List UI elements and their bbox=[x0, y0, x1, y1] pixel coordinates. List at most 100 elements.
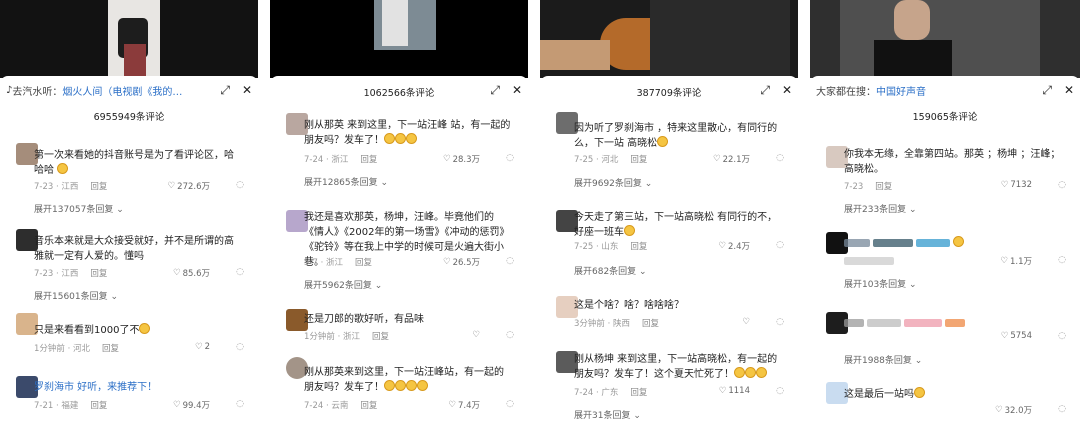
reply-button[interactable]: 回复 bbox=[360, 401, 377, 411]
like-button[interactable]: ♡ 1114 bbox=[719, 386, 750, 396]
dislike-icon[interactable]: ◌ bbox=[236, 342, 244, 352]
dislike-icon[interactable]: ◌ bbox=[776, 153, 784, 163]
reply-button[interactable]: 回复 bbox=[630, 155, 647, 165]
like-button[interactable]: ♡ 2 bbox=[195, 342, 210, 352]
like-button[interactable]: ♡ bbox=[472, 330, 480, 340]
video-thumbnail bbox=[540, 0, 798, 78]
sheet-header: 大家都在搜： 中国好声音 ⤢ ✕ bbox=[810, 80, 1080, 100]
like-button[interactable]: ♡ 26.5万 bbox=[443, 256, 480, 268]
expand-replies[interactable]: 展开9692条回复 ⌄ bbox=[574, 176, 652, 189]
laugh-emoji-icon bbox=[57, 163, 69, 174]
comment-text-blurred bbox=[844, 316, 1064, 331]
video-thumbnail bbox=[810, 0, 1080, 78]
collapse-icon[interactable]: ⤢ bbox=[1042, 83, 1052, 98]
comment-sheet: 1062566条评论 ⤢ ✕ 刚从那英 来到这里，下一站汪峰 站，有一起的朋友吗？… bbox=[270, 76, 528, 423]
comment-sheet: 大家都在搜： 中国好声音 ⤢ ✕ 159065条评论 你我本无缘，全靠第四站。那英… bbox=[810, 76, 1080, 423]
comment-sheet: ♪ 去汽水听： 烟火人间（电视剧《我的人间烟... ⤢✕ 6955949条评论 … bbox=[0, 76, 258, 423]
comment-text: 刚从杨坤 来到这里，下一站高晓松，有一起的朋友吗？发车了！这个夏天忙死了！ bbox=[574, 354, 778, 380]
expand-replies[interactable]: 展开233条回复 ⌄ bbox=[844, 202, 917, 215]
dislike-icon[interactable]: ◌ bbox=[236, 399, 244, 409]
like-button[interactable]: ♡ 272.6万 bbox=[168, 180, 210, 192]
reply-button[interactable]: 回复 bbox=[90, 269, 107, 279]
comment-panel-4: 大家都在搜： 中国好声音 ⤢ ✕ 159065条评论 你我本无缘，全靠第四站。那英… bbox=[810, 0, 1080, 423]
comment-text: 第一次来看她的抖音账号是为了看评论区，哈哈哈 bbox=[34, 150, 234, 176]
comment-text: 罗刹海市 好听，来推荐下！ bbox=[34, 382, 158, 393]
expand-replies[interactable]: 展开137057条回复 ⌄ bbox=[34, 202, 124, 215]
dislike-icon[interactable]: ◌ bbox=[1058, 331, 1066, 341]
dislike-icon[interactable]: ◌ bbox=[506, 399, 514, 409]
comment-text-blurred bbox=[844, 236, 1064, 251]
close-icon[interactable]: ✕ bbox=[1064, 83, 1074, 98]
expand-replies[interactable]: 展开12865条回复 ⌄ bbox=[304, 175, 388, 188]
reply-button[interactable]: 回复 bbox=[630, 242, 647, 252]
dislike-icon[interactable]: ◌ bbox=[776, 240, 784, 250]
dislike-icon[interactable]: ◌ bbox=[1058, 404, 1066, 414]
dislike-icon[interactable]: ◌ bbox=[1058, 180, 1066, 190]
comment-meta: 7-23 · 江西 bbox=[34, 269, 79, 279]
like-button[interactable]: ♡ 2.4万 bbox=[718, 240, 750, 252]
like-button[interactable]: ♡ 1.1万 bbox=[1000, 255, 1032, 267]
reply-button[interactable]: 回复 bbox=[90, 182, 107, 192]
comment-panel-1: ♪ 去汽水听： 烟火人间（电视剧《我的人间烟... ⤢✕ 6955949条评论 … bbox=[0, 0, 262, 423]
comment-text: 刚从那英来到这里，下一站汪峰站，有一起的朋友吗？发车了！ bbox=[304, 367, 504, 393]
header-prefix: 大家都在搜： bbox=[816, 86, 876, 98]
dislike-icon[interactable]: ◌ bbox=[776, 386, 784, 396]
reply-button[interactable]: 回复 bbox=[360, 155, 377, 165]
reply-button[interactable]: 回复 bbox=[355, 258, 372, 268]
comment-text: 还是刀郎的歌好听，有品味 bbox=[304, 314, 424, 325]
comment-text: 这是个啥？啥？啥啥啥？ bbox=[574, 300, 684, 311]
close-icon[interactable]: ✕ bbox=[242, 83, 252, 98]
dislike-icon[interactable]: ◌ bbox=[1058, 255, 1066, 265]
header-prefix: 去汽水听： bbox=[12, 86, 63, 98]
comment-sheet: 387709条评论 ⤢ ✕ 因为听了罗刹海市 ，特来这里散心，有同行的么，下一站 … bbox=[540, 76, 798, 423]
expand-replies[interactable]: 展开682条回复 ⌄ bbox=[574, 264, 647, 277]
collapse-icon[interactable]: ⤢ bbox=[220, 83, 230, 98]
reply-button[interactable]: 回复 bbox=[102, 344, 119, 354]
comment-text: 只是来看看到1000了不 bbox=[34, 323, 242, 338]
like-button[interactable]: ♡ 28.3万 bbox=[443, 153, 480, 165]
collapse-icon[interactable]: ⤢ bbox=[760, 83, 770, 98]
like-button[interactable]: ♡ 85.6万 bbox=[173, 267, 210, 279]
sheet-header: ⤢ ✕ bbox=[540, 80, 798, 100]
comment-meta: 7-21 · 福建 bbox=[34, 401, 79, 411]
expand-replies[interactable]: 展开5962条回复 ⌄ bbox=[304, 278, 382, 291]
heart-icon: ♡ bbox=[167, 181, 176, 191]
comment-text: 今天走了第三站，下一站高晓松 有同行的不，好座一班车 bbox=[574, 212, 778, 238]
close-icon[interactable]: ✕ bbox=[782, 83, 792, 98]
collapse-icon[interactable]: ⤢ bbox=[490, 83, 500, 98]
dislike-icon[interactable]: ◌ bbox=[506, 256, 514, 266]
expand-replies[interactable]: 展开103条回复 ⌄ bbox=[844, 277, 917, 290]
dislike-icon[interactable]: ◌ bbox=[506, 153, 514, 163]
reply-button[interactable]: 回复 bbox=[90, 401, 107, 411]
comment-meta: 7-23 · 江西 bbox=[34, 182, 79, 192]
reply-button[interactable]: 回复 bbox=[372, 332, 389, 342]
laugh-emoji-icon bbox=[139, 323, 151, 334]
like-button[interactable]: ♡ 5754 bbox=[1001, 331, 1032, 341]
dislike-icon[interactable]: ◌ bbox=[776, 317, 784, 327]
expand-replies[interactable]: 展开15601条回复 ⌄ bbox=[34, 289, 118, 302]
like-button[interactable]: ♡ 7.4万 bbox=[448, 399, 480, 411]
comment-count: 159065条评论 bbox=[912, 112, 978, 123]
expand-replies[interactable]: 展开31条回复 ⌄ bbox=[574, 408, 641, 421]
expand-replies[interactable]: 展开1988条回复 ⌄ bbox=[844, 353, 922, 366]
comment-text: 音乐本来就是大众接受就好，并不是所谓的高雅就一定有人爱的。懂吗 bbox=[34, 236, 234, 262]
comment-panel-3: 387709条评论 ⤢ ✕ 因为听了罗刹海市 ，特来这里散心，有同行的么，下一站 … bbox=[540, 0, 802, 423]
header-keyword[interactable]: 烟火人间（电视剧《我的人间烟... bbox=[62, 83, 182, 98]
header-keyword[interactable]: 中国好声音 bbox=[876, 83, 926, 98]
video-thumbnail bbox=[0, 0, 258, 78]
like-button[interactable]: ♡ 32.0万 bbox=[995, 404, 1032, 416]
sheet-header: ♪ 去汽水听： 烟火人间（电视剧《我的人间烟... ⤢✕ bbox=[0, 80, 258, 100]
reply-button[interactable]: 回复 bbox=[630, 388, 647, 398]
like-button[interactable]: ♡ 7132 bbox=[1001, 180, 1032, 190]
comment-count: 6955949条评论 bbox=[93, 112, 165, 123]
like-button[interactable]: ♡ bbox=[742, 317, 750, 327]
dislike-icon[interactable]: ◌ bbox=[236, 180, 244, 190]
reply-button[interactable]: 回复 bbox=[642, 319, 659, 329]
like-button[interactable]: ♡ 99.4万 bbox=[173, 399, 210, 411]
comment-panel-2: 1062566条评论 ⤢ ✕ 刚从那英 来到这里，下一站汪峰 站，有一起的朋友吗？… bbox=[270, 0, 532, 423]
close-icon[interactable]: ✕ bbox=[512, 83, 522, 98]
comment-text: 这是最后一站吗 bbox=[844, 387, 1064, 402]
dislike-icon[interactable]: ◌ bbox=[236, 267, 244, 277]
dislike-icon[interactable]: ◌ bbox=[506, 330, 514, 340]
like-button[interactable]: ♡ 22.1万 bbox=[713, 153, 750, 165]
